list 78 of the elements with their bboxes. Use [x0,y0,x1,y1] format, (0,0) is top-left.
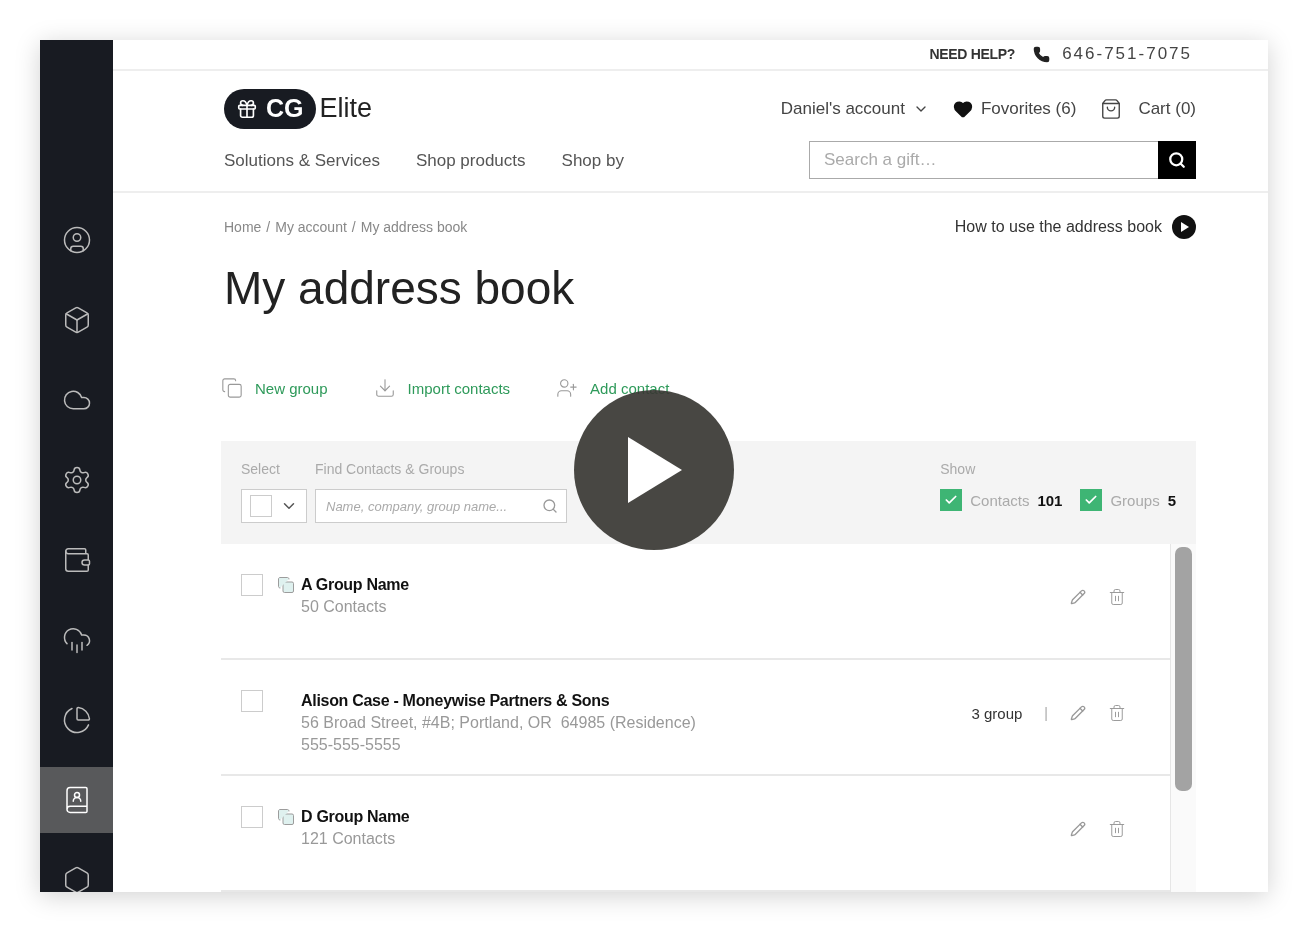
copy-icon [221,377,243,399]
show-count: 5 [1167,491,1176,509]
shopping-bag-icon [1100,97,1123,120]
nav-link[interactable]: Shop products [415,150,526,171]
breadcrumb-link[interactable]: My account [275,219,347,235]
row-name: Alison Case - Moneywise Partners & Sons [301,692,611,710]
logo-badge-text: CG [266,94,304,124]
nav-link[interactable]: Solutions & Services [224,150,380,171]
trash-icon [1108,588,1126,606]
show-label: Show [940,461,977,479]
cloud-icon [61,625,92,655]
sidebar-item[interactable] [40,767,113,833]
pencil-icon [1070,589,1086,605]
help-label: NEED HELP? [929,46,1016,63]
user-icon [61,225,92,255]
list-row[interactable]: D Group Name 121 Contacts [221,776,1170,892]
row-name: D Group Name [301,808,411,826]
action-link[interactable]: Import contacts [373,377,511,399]
checkbox[interactable] [250,495,272,517]
show-option-label: Groups [1110,491,1160,509]
checkbox[interactable] [940,489,963,511]
row-name: A Group Name [301,576,410,594]
download-icon [373,377,396,399]
check-icon [944,493,959,507]
checkbox[interactable] [1080,489,1103,511]
select-dropdown[interactable] [241,489,307,523]
pencil-icon [1070,705,1086,721]
checkbox[interactable] [241,574,263,596]
group-icon [277,576,295,594]
select-label: Select [241,461,281,479]
group-count: 3 group [971,704,1023,722]
action-link[interactable]: New group [221,377,328,399]
favorites-link[interactable]: Fovorites (6) [952,98,1077,119]
search-icon [542,498,558,514]
page-title: My address book [224,261,576,315]
edit-button[interactable] [1070,705,1086,721]
search-icon [1168,150,1186,169]
breadcrumb-link[interactable]: My address book [360,219,468,235]
show-option-label: Contacts [970,491,1030,509]
row-detail: 555-555-5555 [301,736,402,754]
logo-name: Elite [319,93,373,125]
logo-badge[interactable]: CG [224,88,316,129]
trash-icon [1108,820,1126,838]
trash-icon [1108,704,1126,722]
phone-number: 646-751-7075 [1062,44,1192,65]
gift-icon [236,97,258,120]
find-label: Find Contacts & Groups [315,461,466,479]
divider-mark: | [1044,705,1048,721]
scrollbar[interactable] [1170,544,1196,892]
account-menu[interactable]: Daniel's account [780,98,929,119]
check-icon [1084,493,1099,507]
row-detail: 56 Broad Street, #4B; Portland, OR 64985 (Residence) [301,714,697,732]
delete-button[interactable] [1108,820,1126,838]
heart-icon [952,98,973,119]
phone-icon [1033,45,1051,63]
show-count: 101 [1037,491,1063,509]
play-icon [1172,215,1196,239]
group-icon [277,808,295,826]
pencil-icon [1070,821,1086,837]
pie-chart-icon [61,705,92,735]
breadcrumb-separator: / [266,219,271,235]
add-user-icon [556,377,579,399]
delete-button[interactable] [1108,704,1126,722]
nav-link[interactable]: Shop by [561,150,624,171]
row-detail: 121 Contacts [301,830,397,848]
edit-button[interactable] [1070,589,1086,605]
list-row[interactable]: Alison Case - Moneywise Partners & Sons 56 Broad Street, #4B; Portland, OR 64985 (Residence) 555-555-5555 3 group | [221,660,1170,776]
search-button[interactable] [1158,140,1196,179]
checkbox[interactable] [241,806,263,828]
breadcrumb-separator: / [351,219,356,235]
cart-link[interactable]: Cart (0) [1100,97,1196,120]
edit-button[interactable] [1070,821,1086,837]
checkbox[interactable] [241,690,263,712]
row-detail: 50 Contacts [301,598,388,616]
find-field[interactable]: Name, company, group name... [315,489,567,523]
delete-button[interactable] [1108,588,1126,606]
help-video-link[interactable]: How to use the address book [954,215,1196,239]
breadcrumb-link[interactable]: Home [224,219,262,235]
